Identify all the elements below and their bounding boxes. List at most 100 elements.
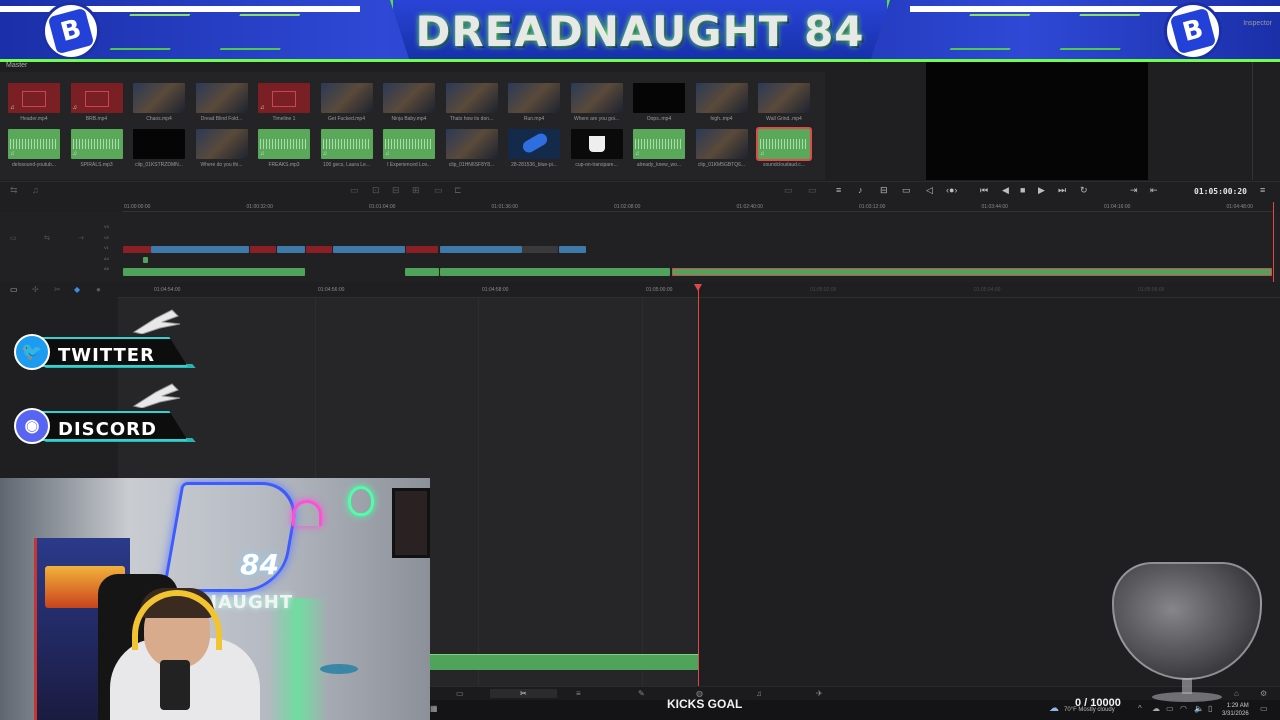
media-clip[interactable]: Where are you goi... <box>570 83 623 122</box>
cut-page-icon[interactable]: ✂ <box>490 689 557 698</box>
media-page-icon[interactable]: ▭ <box>456 689 464 698</box>
clip-thumbnail: ♫ <box>258 83 310 113</box>
timeline-clip[interactable] <box>250 246 276 253</box>
media-clip[interactable]: Run.mp4 <box>508 83 560 122</box>
tool-icon[interactable]: ◁ <box>926 185 933 196</box>
battery-icon[interactable]: ▯ <box>1208 704 1212 713</box>
lower-playhead[interactable] <box>694 284 702 686</box>
media-clip[interactable]: clip_01HN6SF8Y8... <box>445 129 498 168</box>
media-clip[interactable]: ♫ FREAKS.mp3 <box>258 129 310 168</box>
timeline-clip[interactable] <box>123 246 151 253</box>
timeline-clip[interactable] <box>151 246 249 253</box>
skip-end-icon[interactable]: ⏭ <box>1058 185 1066 196</box>
flag-icon[interactable]: ● <box>96 285 101 294</box>
skip-start-icon[interactable]: ⏮ <box>980 185 988 196</box>
volume-icon[interactable]: 🔈 <box>1194 704 1204 713</box>
media-clip[interactable]: ♫ soundcloudaud.c... <box>756 127 812 168</box>
timeline-clip[interactable] <box>440 246 522 253</box>
timeline-audio-clip[interactable] <box>440 268 670 276</box>
notification-icon[interactable]: ▭ <box>1260 704 1268 713</box>
edit-page-icon[interactable]: ≡ <box>576 689 581 698</box>
timeline-clip[interactable] <box>406 246 438 253</box>
timeline-clip[interactable] <box>306 246 332 253</box>
media-clip[interactable]: ♫ Header.mp4 <box>8 83 60 122</box>
start-icon[interactable]: ▦ <box>430 704 438 713</box>
marker-icon[interactable]: ◆ <box>74 285 80 294</box>
tray-cloud-icon[interactable]: ☁ <box>1152 704 1160 713</box>
tray-app-icon[interactable]: ▭ <box>1166 704 1174 713</box>
timeline-audio-clip[interactable] <box>672 268 1272 276</box>
timeline-audio-clip[interactable] <box>143 257 148 263</box>
upper-timeline[interactable]: ▭ ⇆ ⇢ V3 V2 V1 A4 A5 <box>0 212 1280 282</box>
media-clip[interactable]: Where do you thi... <box>195 129 248 168</box>
mic-icon[interactable]: ♪ <box>858 185 863 195</box>
track-link-icon[interactable]: ⇆ <box>44 234 50 242</box>
tool-icon[interactable]: ⊞ <box>412 185 420 196</box>
kicks-goal-label: KICKS GOAL <box>667 697 743 711</box>
media-clip[interactable]: ♫ SPIRALS.mp3 <box>70 129 123 168</box>
tray-chevron-icon[interactable]: ^ <box>1138 704 1142 713</box>
upper-timeline-ruler[interactable]: 01:00:00:00 01:00:32:00 01:01:04:00 01:01:3… <box>122 202 1274 212</box>
media-clip[interactable]: ♫ BRB.mp4 <box>70 83 123 122</box>
tool-icon[interactable]: ⊡ <box>372 185 380 196</box>
wifi-icon[interactable]: ◠ <box>1180 704 1187 713</box>
tool-icon[interactable]: ▭ <box>784 185 793 196</box>
timeline-audio-clip[interactable] <box>123 268 305 276</box>
media-clip[interactable]: clip_01KSTRZDMN... <box>133 129 185 168</box>
timeline-clip[interactable] <box>522 246 558 253</box>
timeline-clip[interactable] <box>333 246 405 253</box>
menu-icon[interactable]: ≡ <box>1260 185 1265 195</box>
sliders-icon[interactable]: ≡ <box>836 185 841 195</box>
media-clip[interactable]: ♫ already_knew_wo... <box>633 129 685 168</box>
media-clip[interactable]: Oops..mp4 <box>633 83 685 122</box>
clip-name: clip_01HN6SF8Y8... <box>448 162 495 168</box>
media-clip[interactable]: Wall Grind..mp4 <box>758 83 810 122</box>
source-viewer[interactable] <box>926 54 1148 180</box>
tool-icon[interactable]: ▭ <box>902 185 911 196</box>
track-tool-icon[interactable]: ⇢ <box>78 234 84 242</box>
fairlight-page-icon[interactable]: ♫ <box>756 689 762 698</box>
jog-icon[interactable]: ‹●› <box>946 185 957 195</box>
next-edit-icon[interactable]: ⇥ <box>1130 185 1138 196</box>
timeline-audio-clip[interactable] <box>430 654 698 670</box>
view-icon[interactable]: ▭ <box>10 285 18 294</box>
track-lock-icon[interactable]: ▭ <box>10 234 17 242</box>
reverse-icon[interactable]: ◀ <box>1002 185 1009 196</box>
fusion-page-icon[interactable]: ✎ <box>638 689 645 698</box>
media-clip[interactable]: Chaos.mp4 <box>133 83 185 122</box>
media-clip[interactable]: Dread Blind Fold... <box>195 83 248 122</box>
media-clip[interactable]: ♫ Timeline 1 <box>258 83 310 122</box>
media-clip[interactable]: high..mp4 <box>695 83 748 122</box>
play-icon[interactable]: ▶ <box>1038 185 1045 196</box>
tool-icon[interactable]: ⊟ <box>880 185 888 196</box>
tool-icon[interactable]: ⊟ <box>392 185 400 196</box>
media-clip[interactable]: cup-on-transpare... <box>570 129 623 168</box>
media-clip[interactable]: ♫ delosound-youtub... <box>8 129 60 168</box>
stop-icon[interactable]: ■ <box>1020 185 1025 195</box>
deliver-page-icon[interactable]: ✈ <box>816 689 823 698</box>
tool-icon[interactable]: ⊏ <box>454 185 462 196</box>
clip-thumbnail <box>570 83 623 113</box>
timeline-clip[interactable] <box>559 246 586 253</box>
upper-playhead[interactable] <box>1273 202 1274 282</box>
loop-icon[interactable]: ↻ <box>1080 185 1088 196</box>
tool-icon[interactable]: ▭ <box>434 185 443 196</box>
media-clip[interactable]: Ninja Baby.mp4 <box>383 83 435 122</box>
inspector-tab[interactable]: Inspector <box>1243 20 1272 27</box>
timeline-clip[interactable] <box>277 246 305 253</box>
media-clip[interactable]: ♫ 100 gecs, Laura Le... <box>320 129 373 168</box>
snap-icon[interactable]: ✢ <box>32 285 39 294</box>
timeline-audio-clip[interactable] <box>405 268 439 276</box>
tool-icon[interactable]: ▭ <box>350 185 359 196</box>
system-clock[interactable]: 1:29 AM 3/31/2026 <box>1222 702 1249 718</box>
media-clip[interactable]: ♫ I Experienced Lov... <box>383 129 435 168</box>
media-clip[interactable]: 28-281536_blue-pi... <box>508 129 560 168</box>
tool-icon[interactable]: ▭ <box>808 185 817 196</box>
prev-edit-icon[interactable]: ⇤ <box>1150 185 1158 196</box>
audio-icon[interactable]: ♫ <box>32 185 39 195</box>
media-clip[interactable]: Thats how its don... <box>445 83 498 122</box>
media-clip[interactable]: Get Fucked.mp4 <box>320 83 373 122</box>
media-clip[interactable]: clip_01KM5GBTQ6... <box>695 129 748 168</box>
link-icon[interactable]: ⇆ <box>10 185 18 196</box>
razor-icon[interactable]: ✂ <box>54 285 61 294</box>
